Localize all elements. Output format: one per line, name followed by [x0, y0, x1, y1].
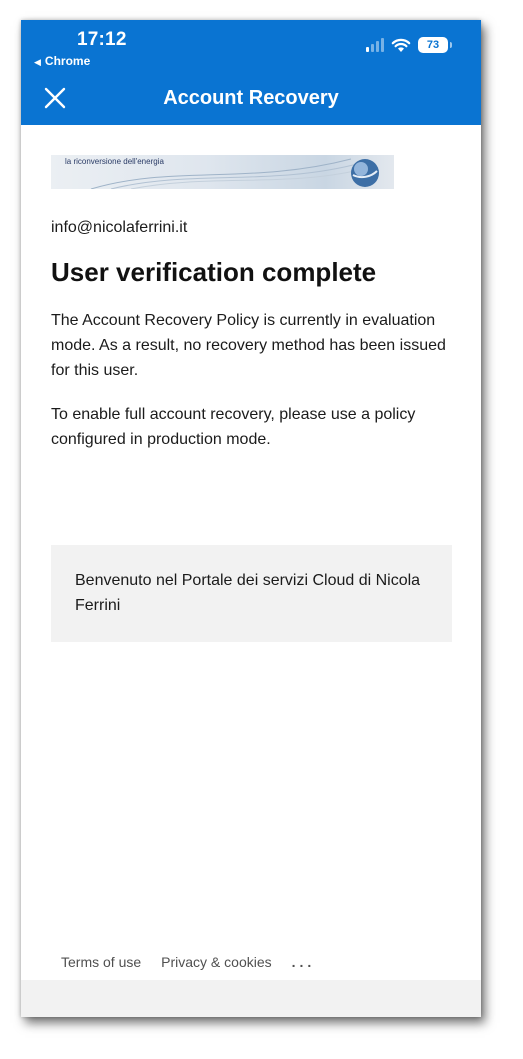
- main-content: la riconversione dell'energia info@nicol…: [51, 155, 451, 452]
- status-icons: 73: [366, 37, 452, 53]
- evaluation-mode-message: The Account Recovery Policy is currently…: [51, 312, 446, 379]
- phone-screen: 17:12 ◀ Chrome 73 Account Recovery la ri…: [21, 20, 481, 1017]
- back-to-app-link[interactable]: ◀ Chrome: [34, 54, 90, 68]
- footer-links: Terms of use Privacy & cookies ...: [61, 954, 315, 970]
- production-mode-message: To enable full account recovery, please …: [51, 406, 416, 448]
- page-title: Account Recovery: [163, 87, 339, 109]
- back-app-label: Chrome: [44, 54, 91, 68]
- back-triangle-icon: ◀: [34, 57, 41, 67]
- app-header: 17:12 ◀ Chrome 73 Account Recovery: [21, 20, 481, 125]
- status-time: 17:12: [77, 29, 127, 50]
- battery-icon: 73: [418, 37, 452, 53]
- cellular-signal-icon: [366, 38, 384, 52]
- banner-tagline: la riconversione dell'energia: [65, 157, 164, 166]
- browser-bottom-bar: [21, 980, 481, 1017]
- welcome-text: Benvenuto nel Portale dei servizi Cloud …: [75, 572, 421, 614]
- privacy-cookies-link[interactable]: Privacy & cookies: [161, 954, 271, 970]
- more-options-button[interactable]: ...: [292, 954, 316, 970]
- wifi-icon: [391, 38, 411, 52]
- user-email: info@nicolaferrini.it: [51, 219, 188, 236]
- company-banner: la riconversione dell'energia: [51, 155, 394, 189]
- terms-of-use-link[interactable]: Terms of use: [61, 954, 141, 970]
- verification-heading: User verification complete: [51, 257, 377, 287]
- welcome-box: Benvenuto nel Portale dei servizi Cloud …: [51, 545, 452, 642]
